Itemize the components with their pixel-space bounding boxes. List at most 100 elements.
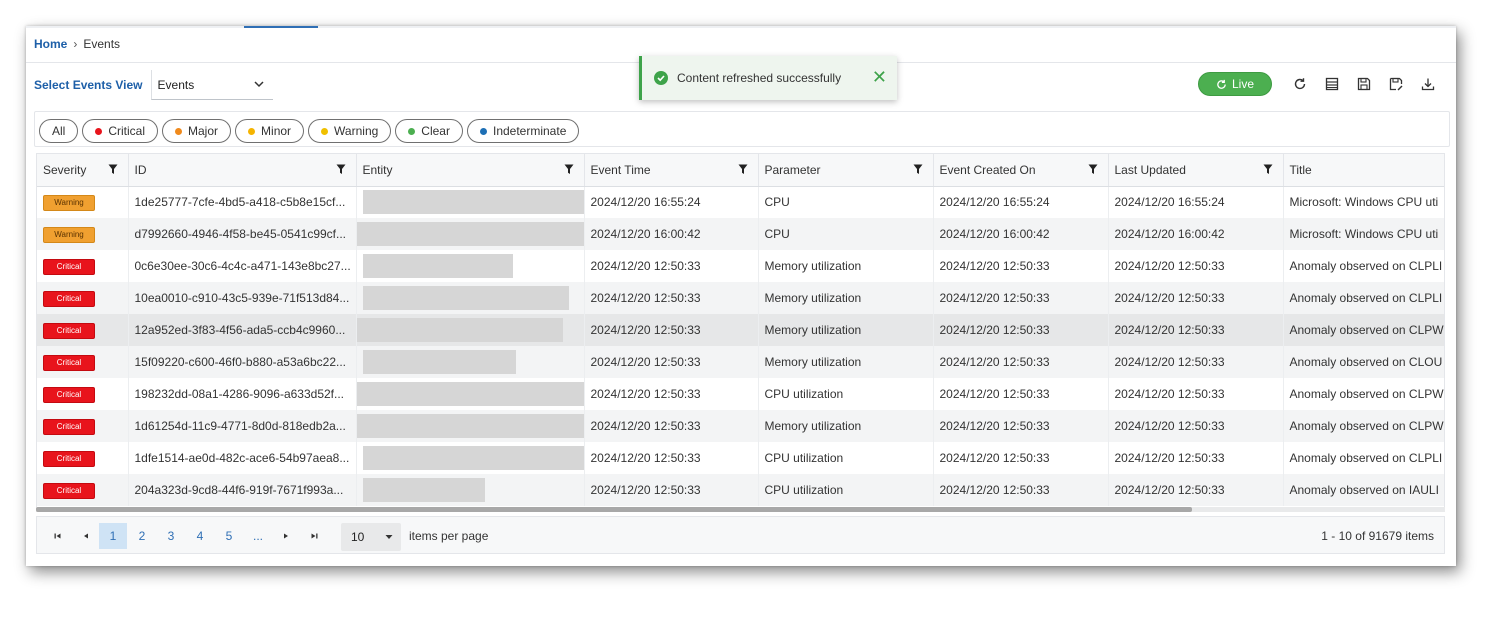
breadcrumb-home-link[interactable]: Home bbox=[34, 37, 67, 51]
page-number[interactable]: 4 bbox=[186, 523, 214, 549]
event-created-cell: 2024/12/20 16:00:42 bbox=[933, 218, 1109, 250]
table-row[interactable]: Critical 204a323d-9cd8-44f6-919f-7671f993… bbox=[37, 474, 1444, 506]
table-row[interactable]: Critical 15f09220-c600-46f0-b880-a53a6bc2… bbox=[37, 346, 1444, 378]
save-as-icon[interactable] bbox=[1384, 72, 1408, 96]
page-size-select[interactable]: 10 bbox=[341, 523, 401, 551]
table-body: Warning 1de25777-7cfe-4bd5-a418-c5b8e15cf… bbox=[37, 186, 1444, 506]
event-time-cell: 2024/12/20 12:50:33 bbox=[584, 282, 759, 314]
caret-down-icon bbox=[385, 535, 393, 539]
column-header-severity[interactable]: Severity bbox=[37, 154, 129, 187]
last-updated-cell: 2024/12/20 12:50:33 bbox=[1108, 346, 1284, 378]
column-header-label: Last Updated bbox=[1114, 162, 1186, 177]
page-number[interactable]: 1 bbox=[99, 523, 127, 549]
severity-badge: Critical bbox=[43, 450, 95, 467]
next-page-icon[interactable] bbox=[273, 523, 299, 549]
table-row[interactable]: Critical 1d61254d-11c9-4771-8d0d-818edb2a… bbox=[37, 410, 1444, 442]
live-label: Live bbox=[1231, 77, 1254, 91]
parameter-cell: Memory utilization bbox=[758, 410, 934, 442]
filter-chip-warning[interactable]: Warning bbox=[308, 119, 392, 143]
event-created-cell: 2024/12/20 12:50:33 bbox=[933, 314, 1109, 346]
title-cell: Anomaly observed on CLPLI bbox=[1283, 282, 1444, 314]
first-page-icon[interactable] bbox=[45, 523, 71, 549]
filter-chip-clear[interactable]: Clear bbox=[395, 119, 463, 143]
last-updated-cell: 2024/12/20 12:50:33 bbox=[1108, 378, 1284, 410]
page-number[interactable]: 5 bbox=[215, 523, 243, 549]
table-row[interactable]: Critical 1dfe1514-ae0d-482c-ace6-54b97aea… bbox=[37, 442, 1444, 474]
parameter-cell: CPU utilization bbox=[758, 378, 934, 410]
view-dropdown[interactable]: Events bbox=[150, 70, 273, 100]
entity-cell bbox=[356, 314, 585, 346]
scrollbar-thumb[interactable] bbox=[36, 507, 1192, 512]
page-number[interactable]: 3 bbox=[157, 523, 185, 549]
page-number[interactable]: 2 bbox=[128, 523, 156, 549]
event-time-cell: 2024/12/20 16:00:42 bbox=[584, 218, 759, 250]
column-header-label: Severity bbox=[43, 162, 87, 177]
last-updated-cell: 2024/12/20 12:50:33 bbox=[1108, 314, 1284, 346]
top-nav-strip bbox=[26, 26, 1456, 28]
filter-chip-indeterminate[interactable]: Indeterminate bbox=[466, 119, 580, 143]
column-header-last-updated[interactable]: Last Updated bbox=[1108, 154, 1284, 187]
status-dot-icon bbox=[479, 127, 487, 135]
horizontal-scrollbar[interactable] bbox=[36, 507, 1445, 512]
severity-cell: Critical bbox=[37, 378, 129, 410]
title-cell: Microsoft: Windows CPU uti bbox=[1283, 218, 1444, 250]
event-time-cell: 2024/12/20 12:50:33 bbox=[584, 250, 759, 282]
severity-filter-bar: All Critical Major Minor Warning Clear Indeter… bbox=[34, 111, 1450, 147]
filter-chip-major[interactable]: Major bbox=[162, 119, 232, 143]
filter-chip-minor[interactable]: Minor bbox=[235, 119, 305, 143]
filter-icon[interactable] bbox=[564, 164, 574, 175]
severity-cell: Critical bbox=[37, 282, 129, 314]
table-row[interactable]: Critical 10ea0010-c910-43c5-939e-71f513d8… bbox=[37, 282, 1444, 314]
severity-cell: Critical bbox=[37, 410, 129, 442]
table-row[interactable]: Warning d7992660-4946-4f58-be45-0541c99cf… bbox=[37, 218, 1444, 250]
entity-cell bbox=[356, 186, 585, 218]
live-button[interactable]: Live bbox=[1198, 72, 1272, 96]
previous-page-icon[interactable] bbox=[73, 523, 99, 549]
filter-icon[interactable] bbox=[108, 164, 118, 175]
event-created-cell: 2024/12/20 12:50:33 bbox=[933, 410, 1109, 442]
filter-icon[interactable] bbox=[913, 164, 923, 175]
parameter-cell: CPU utilization bbox=[758, 442, 934, 474]
id-cell: 0c6e30ee-30c6-4c4c-a471-143e8bc27... bbox=[128, 250, 357, 282]
severity-badge: Critical bbox=[43, 258, 95, 275]
filter-icon[interactable] bbox=[1263, 164, 1273, 175]
filter-icon[interactable] bbox=[1088, 164, 1098, 175]
column-header-label: Entity bbox=[362, 162, 393, 177]
parameter-cell: Memory utilization bbox=[758, 250, 934, 282]
table-row[interactable]: Warning 1de25777-7cfe-4bd5-a418-c5b8e15cf… bbox=[37, 186, 1444, 218]
last-page-icon[interactable] bbox=[301, 523, 327, 549]
table-row[interactable]: Critical 198232dd-08a1-4286-9096-a633d52f… bbox=[37, 378, 1444, 410]
table-row[interactable]: Critical 12a952ed-3f83-4f56-ada5-ccb4c996… bbox=[37, 314, 1444, 346]
column-header-event-time[interactable]: Event Time bbox=[584, 154, 759, 187]
events-table: Severity ID Entity Event Time Parameter Event… bbox=[37, 154, 1444, 506]
parameter-cell: Memory utilization bbox=[758, 282, 934, 314]
severity-cell: Critical bbox=[37, 346, 129, 378]
entity-cell bbox=[356, 410, 585, 442]
filter-chip-critical[interactable]: Critical bbox=[82, 119, 159, 143]
filter-icon[interactable] bbox=[738, 164, 748, 175]
column-header-parameter[interactable]: Parameter bbox=[758, 154, 934, 187]
severity-cell: Critical bbox=[37, 250, 129, 282]
id-cell: 198232dd-08a1-4286-9096-a633d52f... bbox=[128, 378, 357, 410]
close-icon[interactable]: ✕ bbox=[872, 68, 887, 86]
column-header-id[interactable]: ID bbox=[128, 154, 357, 187]
breadcrumb: Home › Events bbox=[34, 37, 120, 51]
id-cell: 1dfe1514-ae0d-482c-ace6-54b97aea8... bbox=[128, 442, 357, 474]
save-icon[interactable] bbox=[1352, 72, 1376, 96]
page-ellipsis[interactable]: ... bbox=[244, 523, 272, 549]
column-header-event-created-on[interactable]: Event Created On bbox=[933, 154, 1109, 187]
refresh-icon[interactable] bbox=[1288, 72, 1312, 96]
breadcrumb-current: Events bbox=[83, 37, 121, 51]
redacted-block bbox=[356, 414, 583, 438]
columns-icon[interactable] bbox=[1320, 72, 1344, 96]
filter-chip-label: Critical bbox=[108, 124, 146, 138]
parameter-cell: CPU bbox=[758, 218, 934, 250]
download-icon[interactable] bbox=[1416, 72, 1440, 96]
id-cell: 204a323d-9cd8-44f6-919f-7671f993a... bbox=[128, 474, 357, 506]
filter-chip-all[interactable]: All bbox=[39, 119, 79, 143]
status-dot-icon bbox=[175, 127, 183, 135]
filter-icon[interactable] bbox=[336, 164, 346, 175]
column-header-entity[interactable]: Entity bbox=[356, 154, 585, 187]
column-header-title[interactable]: Title bbox=[1283, 154, 1444, 187]
table-row[interactable]: Critical 0c6e30ee-30c6-4c4c-a471-143e8bc2… bbox=[37, 250, 1444, 282]
